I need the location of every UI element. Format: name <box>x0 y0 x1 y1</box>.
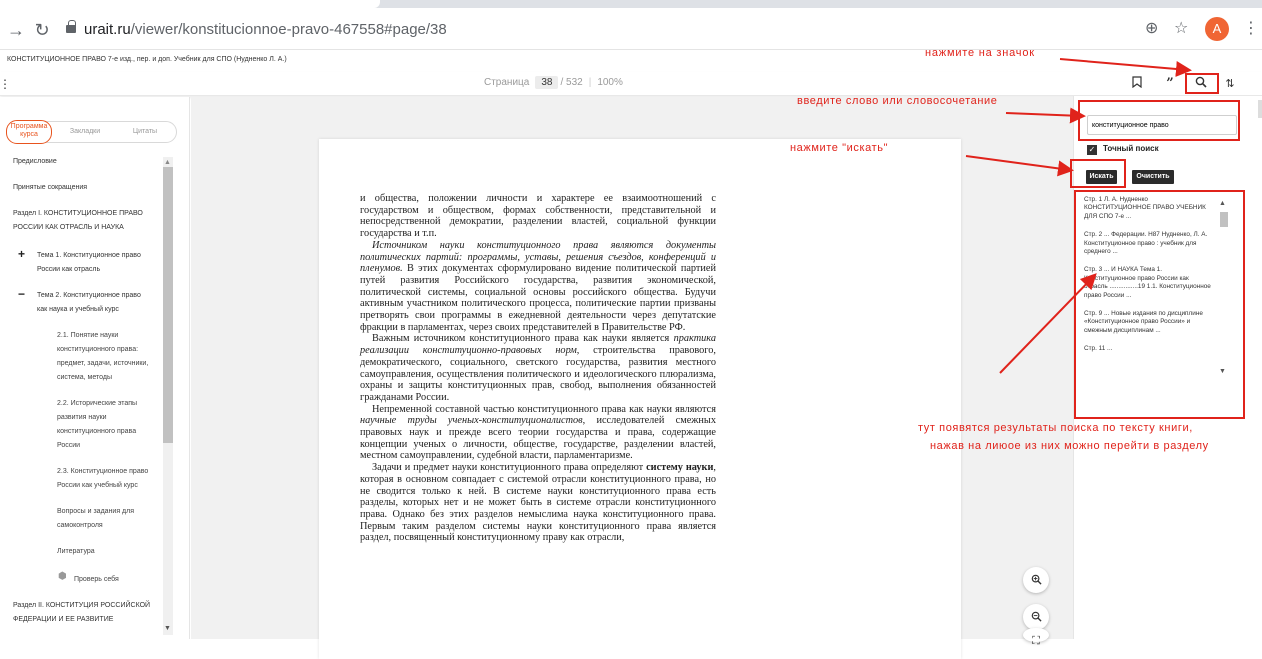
toc-item-self-test[interactable]: Проверь себя <box>74 573 119 587</box>
zoom-icon[interactable]: ⊕ <box>1145 18 1158 40</box>
annotation-box-input <box>1078 100 1240 141</box>
toc-item-2-2[interactable]: 2.2. Исторические этапы <box>57 397 137 411</box>
text: Непременной составной частью конституцио… <box>372 403 716 415</box>
toc-item-section1[interactable]: Раздел I. КОНСТИТУЦИОННОЕ ПРАВО <box>13 207 143 221</box>
tab-quotes[interactable]: Цитаты <box>120 122 170 142</box>
highlight-search-icon-box <box>1185 73 1219 94</box>
toc-item-2-1-b[interactable]: конституционного права: <box>57 343 138 357</box>
annotation-box-search-button <box>1070 159 1126 188</box>
toc-item-preface[interactable]: Предисловие <box>13 155 57 169</box>
toc-item-2-2-b[interactable]: развития науки <box>57 411 107 425</box>
annotation-results-line2: нажав на лиюое из них можно перейти в ра… <box>930 440 1209 452</box>
toc-item-2-3-b[interactable]: России как учебный курс <box>57 479 138 493</box>
sidebar: Программа курса Закладки Цитаты Предисло… <box>0 97 190 639</box>
toc-item-2-1[interactable]: 2.1. Понятие науки <box>57 329 118 343</box>
annotation-box-results <box>1074 190 1245 419</box>
toc-item-topic1-cont[interactable]: России как отрасль <box>37 263 100 277</box>
page-indicator: Страница 38/ 532 | 100% <box>484 76 623 89</box>
bold-text: систему науки <box>646 462 714 474</box>
reader-area: и общества, положении личности и характе… <box>191 97 1073 659</box>
address-bar[interactable]: urait.ru/viewer/konstitucionnoe-pravo-46… <box>66 18 447 42</box>
paragraph: Непременной составной частью конституцио… <box>360 404 716 463</box>
toc-item-abbreviations[interactable]: Принятые сокращения <box>13 181 87 195</box>
zoom-in-button[interactable] <box>1023 567 1049 593</box>
collapse-icon[interactable]: − <box>18 287 25 301</box>
toc-item-literature[interactable]: Литература <box>57 545 95 559</box>
toc-item-questions[interactable]: Вопросы и задания для <box>57 505 134 519</box>
avatar[interactable]: A <box>1205 17 1229 41</box>
page-total: / 532 <box>560 77 583 88</box>
paragraph: Важным источником конституционного права… <box>360 333 716 403</box>
clear-button[interactable]: Очистить <box>1132 170 1174 184</box>
page-number-input[interactable]: 38 <box>535 76 559 89</box>
url-host: urait.ru <box>84 21 131 38</box>
toc-item-topic1[interactable]: Тема 1. Конституционное право <box>37 249 141 263</box>
book-page: и общества, положении личности и характе… <box>319 139 961 659</box>
text: , которая в основном совпадает с системо… <box>360 462 716 544</box>
book-title: КОНСТИТУЦИОННОЕ ПРАВО 7-е изд., пер. и д… <box>0 50 1262 72</box>
scroll-down-icon[interactable]: ▼ <box>164 625 171 632</box>
text: Задачи и предмет науки конституционного … <box>372 462 647 474</box>
toc-item-section2-cont[interactable]: ФЕДЕРАЦИИ И ЕЕ РАЗВИТИЕ <box>13 613 113 627</box>
browser-toolbar: → ↻ urait.ru/viewer/konstitucionnoe-prav… <box>0 8 1262 50</box>
annotation-enter-word: введите слово или словосочетание <box>797 95 998 107</box>
toc-item-topic2-cont[interactable]: как наука и учебный курс <box>37 303 119 317</box>
italic-text: научные труды ученых-конституционалистов <box>360 415 583 427</box>
annotation-click-icon: нажмите на значок <box>925 47 1035 59</box>
toc-item-2-3[interactable]: 2.3. Конституционное право <box>57 465 148 479</box>
url-path: /viewer/konstitucionnoe-pravo-467558#pag… <box>130 21 447 38</box>
exact-search-label: Точный поиск <box>1103 144 1159 153</box>
sidebar-tabs: Программа курса Закладки Цитаты <box>6 120 177 144</box>
test-icon: ⬢ <box>58 571 67 582</box>
toc-item-section1-cont[interactable]: РОССИИ КАК ОТРАСЛЬ И НАУКА <box>13 221 124 235</box>
quote-icon[interactable]: ” <box>1159 74 1181 94</box>
toc-item-questions-b[interactable]: самоконтроля <box>57 519 103 533</box>
active-tab[interactable] <box>0 0 380 8</box>
menu-dots-icon[interactable]: ⋮ <box>0 74 16 94</box>
paragraph: Источником науки конституционного права … <box>360 240 716 334</box>
paragraph: и общества, положении личности и характе… <box>360 193 716 240</box>
more-menu-icon[interactable]: ⋮ <box>1243 18 1259 40</box>
text: Важным источником конституционного права… <box>372 333 674 345</box>
tab-program[interactable]: Программа курса <box>6 120 52 144</box>
sort-icon[interactable]: ⇅ <box>1219 74 1241 94</box>
text: В этих документах сформулировано видение… <box>360 263 716 333</box>
tab-bookmarks[interactable]: Закладки <box>60 122 110 142</box>
toc-item-2-1-d[interactable]: система, методы <box>57 371 112 385</box>
sidebar-scrollbar-thumb[interactable] <box>163 167 173 443</box>
back-arrow-icon[interactable]: → <box>4 19 28 41</box>
viewer-toolbar: ⋮ Страница 38/ 532 | 100% ” ⇅ <box>0 72 1262 96</box>
bookmark-icon[interactable] <box>1126 74 1148 94</box>
panel-scrollbar[interactable] <box>1258 100 1262 118</box>
expand-icon[interactable]: + <box>18 247 25 261</box>
toc-item-2-2-c[interactable]: конституционного права <box>57 425 136 439</box>
toc-item-2-1-c[interactable]: предмет, задачи, источники, <box>57 357 148 371</box>
page-label: Страница <box>484 77 530 88</box>
annotation-press-search: нажмите "искать" <box>790 142 889 154</box>
annotation-results-line1: тут появятся результаты поиска по тексту… <box>918 422 1193 434</box>
zoom-out-button[interactable] <box>1023 604 1049 630</box>
tab-strip <box>0 0 1262 8</box>
toc-item-section2[interactable]: Раздел II. КОНСТИТУЦИЯ РОССИЙСКОЙ <box>13 599 150 613</box>
zoom-level: 100% <box>597 77 623 88</box>
toc-item-2-2-d[interactable]: России <box>57 439 80 453</box>
exact-search-checkbox[interactable]: ✓ <box>1087 145 1097 155</box>
scroll-up-icon[interactable]: ▲ <box>164 159 171 166</box>
reload-icon[interactable]: ↻ <box>30 19 54 41</box>
lock-icon <box>66 20 76 33</box>
star-icon[interactable]: ☆ <box>1174 18 1188 40</box>
toc-item-topic2[interactable]: Тема 2. Конституционное право <box>37 289 141 303</box>
page-text: и общества, положении личности и характе… <box>360 193 716 544</box>
paragraph: Задачи и предмет науки конституционного … <box>360 462 716 544</box>
